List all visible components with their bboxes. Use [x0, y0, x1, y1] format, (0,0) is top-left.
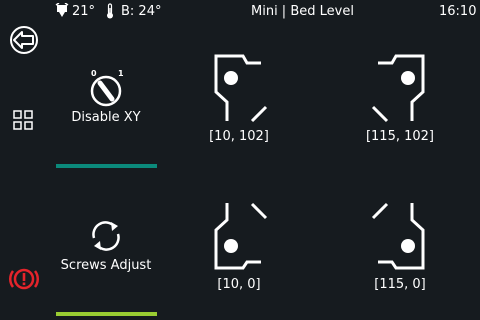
- front-left-corner-icon: [214, 202, 268, 270]
- disable-xy-indicator-bar: [56, 164, 157, 168]
- toggle-switch-icon: 0 1: [90, 69, 124, 107]
- bed-point-label: [10, 0]: [217, 277, 261, 292]
- switch-on-label: 1: [118, 69, 124, 78]
- disable-xy-label: Disable XY: [71, 110, 141, 125]
- back-button[interactable]: [6, 22, 42, 58]
- bed-point-label: [10, 102]: [209, 129, 269, 144]
- screws-adjust-button[interactable]: Screws Adjust: [51, 216, 161, 274]
- front-right-corner-icon: [371, 202, 425, 270]
- extruder-nozzle-icon: [55, 2, 69, 23]
- page-title: Mini | Bed Level: [251, 4, 354, 19]
- emergency-stop-icon: [6, 261, 42, 297]
- back-arrow-icon: [6, 22, 42, 58]
- back-left-corner-icon: [214, 54, 268, 123]
- bed-point-back-left[interactable]: [10, 102]: [191, 52, 287, 145]
- bed-point-front-right[interactable]: [115, 0]: [352, 200, 448, 293]
- back-right-corner-icon: [371, 54, 425, 123]
- clock-time: 16:10: [439, 4, 477, 19]
- bed-temp: B: 24°: [121, 4, 162, 19]
- bed-point-back-right[interactable]: [115, 102]: [352, 52, 448, 145]
- menu-button[interactable]: [6, 102, 42, 138]
- refresh-cycle-icon: [92, 221, 120, 251]
- status-bar: 21° B: 24° Mini | Bed Level 16:10: [0, 0, 480, 24]
- bed-point-label: [115, 102]: [365, 129, 435, 144]
- emergency-stop-button[interactable]: [6, 261, 42, 297]
- grid-menu-icon: [6, 102, 42, 138]
- bed-point-front-left[interactable]: [10, 0]: [191, 200, 287, 293]
- switch-off-label: 0: [91, 69, 97, 78]
- disable-xy-button[interactable]: 0 1 Disable XY: [51, 66, 161, 126]
- screws-adjust-label: Screws Adjust: [60, 258, 152, 273]
- thermometer-icon: [106, 3, 114, 23]
- screws-adjust-indicator-bar: [56, 312, 157, 316]
- extruder-temp: 21°: [72, 4, 96, 19]
- bed-point-label: [115, 0]: [374, 277, 426, 292]
